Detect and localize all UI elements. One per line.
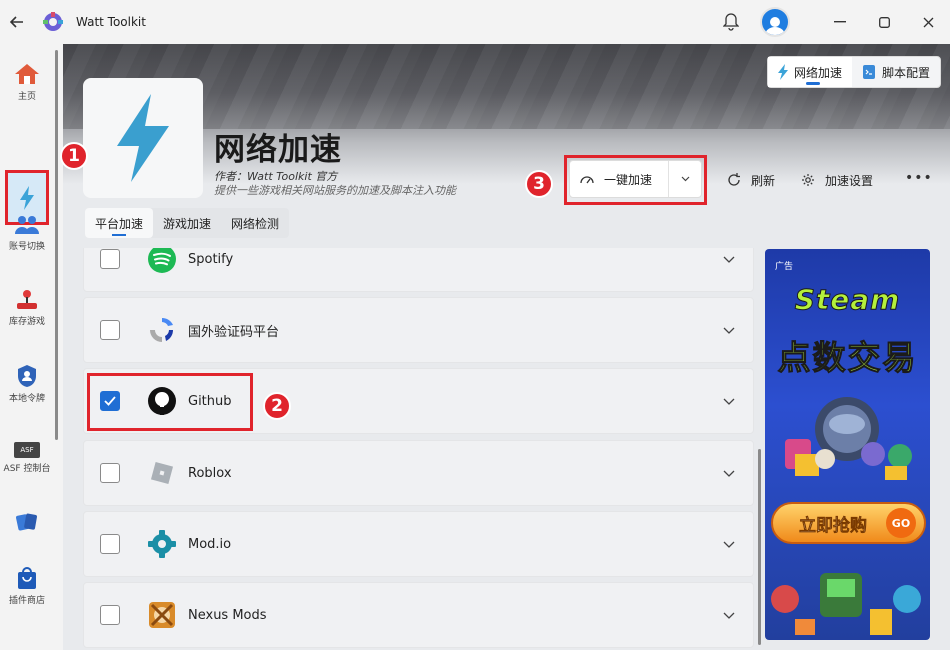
sidebar-item-home[interactable]: 主页	[0, 62, 54, 102]
chevron-down-icon[interactable]	[723, 608, 735, 622]
ad-subheadline: 点数交易	[777, 338, 918, 378]
checkbox[interactable]	[100, 605, 120, 625]
script-icon	[862, 64, 876, 80]
highlight-box-github	[87, 373, 253, 431]
app-logo-icon	[42, 11, 64, 33]
list-item-nexus-mods[interactable]: Nexus Mods	[83, 582, 754, 648]
callout-2: 2	[263, 392, 291, 420]
chevron-down-icon[interactable]	[723, 252, 735, 266]
asf-icon: ASF	[14, 442, 40, 458]
chevron-down-icon[interactable]	[723, 537, 735, 551]
sub-tabs: 平台加速 游戏加速 网络检测	[85, 208, 290, 238]
chevron-down-icon[interactable]	[723, 323, 735, 337]
list-item-captcha[interactable]: 国外验证码平台	[83, 297, 754, 363]
sidebar-item-cards[interactable]	[0, 512, 54, 532]
chevron-down-icon[interactable]	[723, 394, 735, 408]
one-click-accelerate-button[interactable]: 一键加速	[569, 160, 702, 198]
accelerate-main[interactable]: 一键加速	[570, 161, 669, 197]
checkbox[interactable]	[100, 320, 120, 340]
tab-game-accelerate[interactable]: 游戏加速	[153, 208, 221, 238]
gear-icon	[801, 173, 815, 187]
home-icon	[15, 64, 39, 84]
checkbox[interactable]	[100, 249, 120, 269]
notification-bell-icon[interactable]	[716, 7, 746, 37]
roblox-icon	[146, 457, 178, 489]
list-item-roblox[interactable]: Roblox	[83, 440, 754, 506]
ad-label: 广告	[775, 262, 794, 272]
sidebar-item-asf-console[interactable]: ASF ASF 控制台	[0, 442, 54, 474]
window-title: Watt Toolkit	[76, 15, 146, 29]
cards-icon	[16, 513, 37, 531]
refresh-icon	[727, 173, 741, 187]
ad-buy-now-button[interactable]: 立即抢购 GO	[771, 502, 926, 544]
back-button[interactable]	[0, 0, 34, 44]
list-scrollbar[interactable]	[758, 449, 761, 645]
lightning-icon	[117, 94, 169, 182]
tab-network-accelerate[interactable]: 网络加速	[767, 57, 852, 87]
nexus-icon	[146, 599, 178, 631]
callout-3: 3	[525, 170, 553, 198]
top-tabs: 网络加速 脚本配置	[766, 56, 941, 88]
ad-characters-art	[771, 573, 921, 635]
lightning-icon	[20, 185, 34, 210]
title-bar: Watt Toolkit	[0, 0, 950, 44]
accelerate-settings-button[interactable]: 加速设置	[801, 170, 873, 190]
checkbox[interactable]	[100, 534, 120, 554]
shop-bag-icon	[18, 567, 36, 589]
description-text: 提供一些游戏相关网站服务的加速及脚本注入功能	[214, 184, 456, 197]
tab-script-config[interactable]: 脚本配置	[852, 57, 940, 87]
sidebar-item-local-token[interactable]: 本地令牌	[0, 364, 54, 404]
ad-go-badge: GO	[886, 508, 916, 538]
ad-artwork	[785, 397, 912, 480]
callout-1: 1	[60, 142, 88, 170]
speedometer-icon	[580, 173, 594, 185]
more-options-button[interactable]: •••	[905, 170, 933, 186]
ad-headline: Steam	[794, 283, 901, 317]
spotify-icon	[146, 248, 178, 275]
list-item-github[interactable]: Github	[83, 368, 754, 434]
lightning-icon	[777, 64, 788, 80]
maximize-button[interactable]	[862, 0, 906, 44]
sidebar-item-plugin-store[interactable]: 插件商店	[0, 566, 54, 606]
close-button[interactable]	[906, 0, 950, 44]
minimize-button[interactable]	[818, 0, 862, 44]
ad-banner[interactable]: 广告 Steam 点数交易 立即抢购 GO	[765, 249, 930, 640]
modio-icon	[146, 528, 178, 560]
refresh-button[interactable]: 刷新	[727, 170, 775, 190]
list-item-spotify[interactable]: Spotify	[83, 248, 754, 292]
sidebar-item-account-switch[interactable]: 账号切换	[0, 214, 54, 252]
users-icon	[15, 216, 39, 234]
chevron-down-icon	[681, 176, 689, 182]
arrow-left-icon	[10, 16, 23, 28]
list-item-modio[interactable]: Mod.io	[83, 511, 754, 577]
sidebar-scrollbar[interactable]	[55, 50, 58, 440]
main-panel: 网络加速 脚本配置 网络加速 作者：Watt Toolkit 官方 提供一些游戏…	[63, 44, 950, 650]
sidebar: 主页 账号切换 库存游戏 本地令牌 ASF ASF 控制台 插件商店	[0, 44, 63, 650]
tab-platform-accelerate[interactable]: 平台加速	[85, 208, 154, 238]
sidebar-item-library-games[interactable]: 库存游戏	[0, 289, 54, 327]
joystick-icon	[17, 290, 37, 309]
service-list: Spotify 国外验证码平台 Github Roblox Mod.io Nex…	[83, 248, 754, 650]
accelerate-app-icon	[83, 78, 203, 198]
user-avatar[interactable]	[760, 7, 790, 37]
chevron-down-icon[interactable]	[723, 466, 735, 480]
recaptcha-icon	[146, 314, 178, 346]
shield-icon	[18, 365, 36, 387]
page-title: 网络加速	[214, 132, 342, 168]
checkbox[interactable]	[100, 463, 120, 483]
tab-network-check[interactable]: 网络检测	[221, 208, 289, 238]
accelerate-dropdown[interactable]	[669, 176, 701, 182]
